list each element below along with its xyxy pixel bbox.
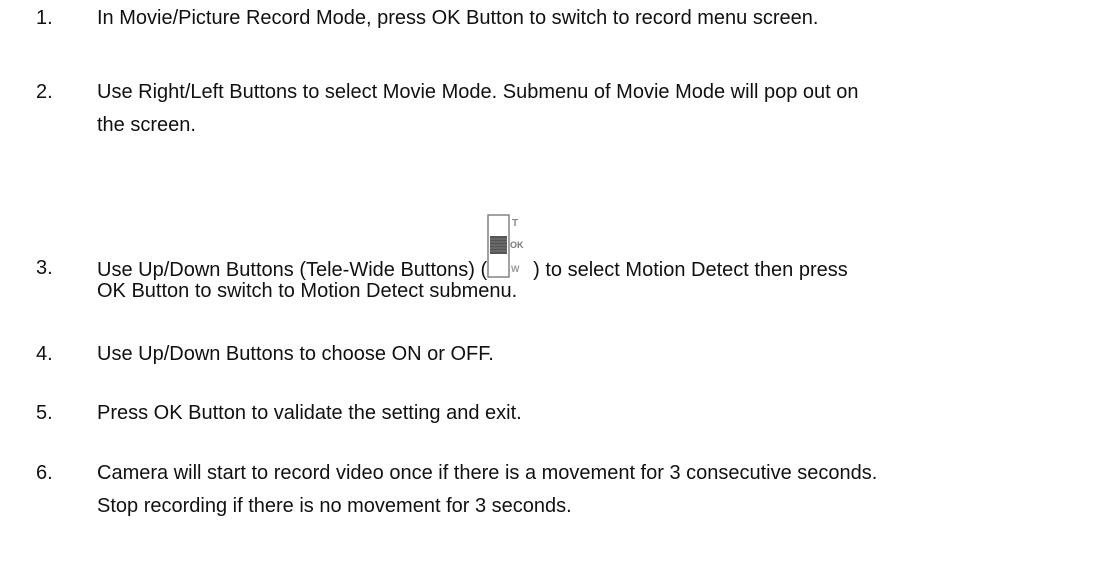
step-text: Use Up/Down Buttons (Tele-Wide Buttons) … — [97, 214, 848, 281]
step-text: Use Right/Left Buttons to select Movie M… — [97, 81, 859, 103]
step-number: 3. — [36, 257, 53, 279]
icon-label-ok: OK — [510, 240, 524, 250]
step-number: 1. — [36, 7, 53, 29]
step-number: 2. — [36, 81, 53, 103]
icon-label-tele: T — [512, 218, 518, 229]
tele-wide-slider-icon: T OK W — [487, 214, 533, 278]
step-number: 4. — [36, 343, 53, 365]
step-text-before-icon: Use Up/Down Buttons (Tele-Wide Buttons) … — [97, 259, 488, 281]
icon-label-wide: W — [511, 264, 520, 274]
step-text-continuation: Stop recording if there is no movement f… — [97, 495, 572, 517]
step-text-continuation: OK Button to switch to Motion Detect sub… — [97, 280, 518, 302]
step-number: 5. — [36, 402, 53, 424]
step-text: Camera will start to record video once i… — [97, 462, 878, 484]
step-text: Use Up/Down Buttons to choose ON or OFF. — [97, 343, 494, 365]
step-text: In Movie/Picture Record Mode, press OK B… — [97, 7, 819, 29]
step-text: Press OK Button to validate the setting … — [97, 402, 522, 424]
step-text-continuation: the screen. — [97, 114, 196, 136]
step-text-after-icon: ) to select Motion Detect then press — [533, 259, 848, 281]
step-number: 6. — [36, 462, 53, 484]
